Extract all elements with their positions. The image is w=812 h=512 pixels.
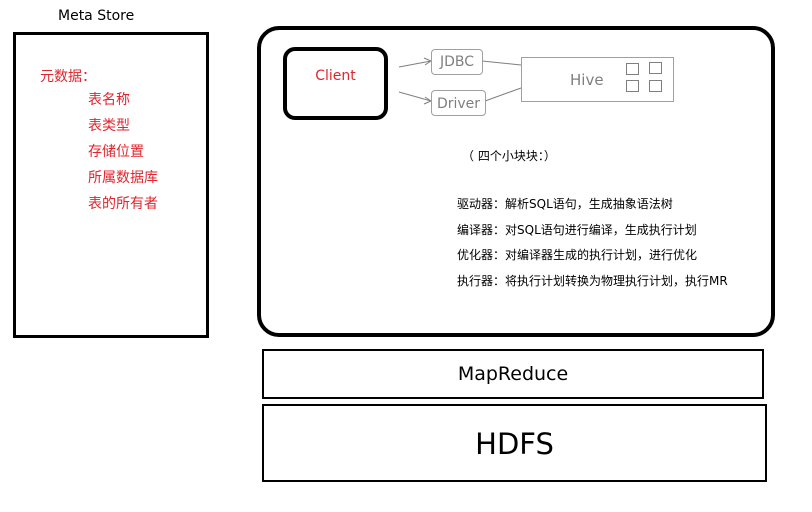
optimizer-description: 优化器：对编译器生成的执行计划，进行优化 xyxy=(457,248,698,262)
driver-to-hive-line xyxy=(484,87,522,102)
hive-module-square xyxy=(626,63,639,75)
client-to-driver-line xyxy=(398,91,432,102)
hive-module-square xyxy=(626,80,639,92)
hive-module-square xyxy=(649,62,662,74)
executor-description: 执行器：将执行计划转换为物理执行计划，执行MR xyxy=(457,274,728,288)
compiler-description: 编译器：对SQL语句进行编译，生成执行计划 xyxy=(457,223,697,237)
mapreduce-layer: MapReduce xyxy=(262,349,764,399)
driver-description: 驱动器：解析SQL语句，生成抽象语法树 xyxy=(457,197,673,211)
driver-box: Driver xyxy=(431,90,486,116)
jdbc-box: JDBC xyxy=(431,49,483,75)
hive-label: Hive xyxy=(570,71,604,89)
four-blocks-note: （ 四个小块块：） xyxy=(462,149,556,163)
hive-module-square xyxy=(649,80,662,92)
hdfs-layer: HDFS xyxy=(262,404,767,482)
jdbc-to-hive-line xyxy=(481,60,522,66)
